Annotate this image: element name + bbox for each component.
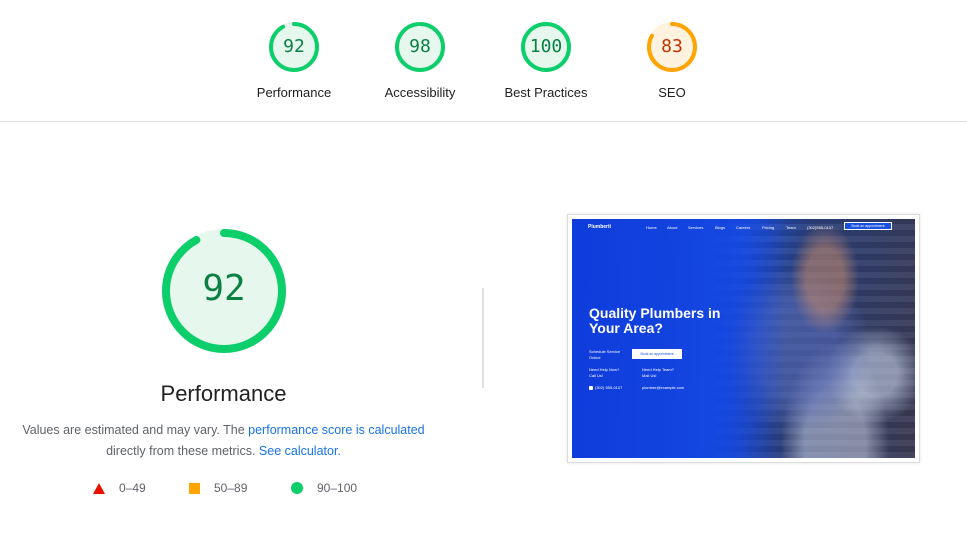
- phone-number: (302) 555-0107: [595, 385, 623, 390]
- help-info: Need Help Now? Call Us!: [589, 367, 619, 379]
- score-value: 98: [409, 36, 431, 57]
- nav-link: (302)555-0107: [807, 225, 834, 230]
- site-logo: Plumberit: [588, 224, 612, 230]
- gauge-best-practices[interactable]: 100 Best Practices: [486, 20, 606, 100]
- gauge-accessibility[interactable]: 98 Accessibility: [360, 20, 480, 100]
- performance-score-link[interactable]: performance score is calculated: [248, 423, 424, 437]
- nav-link: Home: [646, 225, 657, 230]
- square-average-icon: [189, 482, 200, 494]
- schedule-info: Schedule Service Online: [589, 349, 620, 361]
- gauge-label: Best Practices: [504, 85, 588, 100]
- score-ring: 92: [267, 20, 321, 74]
- description-text: Values are estimated and may vary. The: [22, 423, 249, 437]
- gauge-performance[interactable]: 92 Performance: [234, 20, 354, 100]
- score-ring: 83: [645, 20, 699, 74]
- nav-link: Careers: [736, 225, 751, 230]
- score-value: 83: [661, 36, 683, 57]
- gauge-seo[interactable]: 83 SEO: [612, 20, 732, 100]
- screenshot-image: Plumberit Home About Services Blogs Care…: [572, 219, 915, 458]
- score-value: 100: [529, 36, 563, 57]
- legend-range: 50–89: [214, 481, 248, 495]
- legend-range: 90–100: [317, 481, 358, 495]
- nav-link: Team: [786, 225, 796, 230]
- nav-cta: Book an appointment: [844, 222, 892, 230]
- score-ring: 98: [393, 20, 447, 74]
- team-info: Need Help Team? Mail Us!: [642, 367, 674, 379]
- final-screenshot[interactable]: Plumberit Home About Services Blogs Care…: [567, 214, 920, 463]
- contact-email: plumber@example.com: [642, 385, 685, 390]
- legend-item-fail: 0–49: [93, 481, 146, 495]
- legend-range: 0–49: [119, 481, 146, 495]
- triangle-fail-icon: [93, 482, 105, 494]
- nav-link: Blogs: [715, 225, 726, 230]
- hero-book-button: Book an appointment: [632, 349, 682, 359]
- score-scale-legend: 0–49 50–89 90–100: [0, 481, 447, 501]
- gauge-label: SEO: [658, 85, 686, 100]
- site-nav: Plumberit Home About Services Blogs Care…: [572, 219, 915, 233]
- schedule-value: Online: [589, 355, 601, 360]
- performance-title: Performance: [160, 381, 287, 406]
- nav-link: Pricing: [762, 225, 775, 230]
- category-summary: 92 Performance 98 Accessibility 100 Best…: [0, 0, 967, 122]
- performance-description: Values are estimated and may vary. The p…: [0, 420, 447, 462]
- nav-link: About: [667, 225, 678, 230]
- contact-phone: (302) 555-0107: [589, 385, 622, 391]
- phone-icon: [589, 385, 593, 390]
- vertical-divider: [482, 288, 484, 388]
- team-value: Mail Us!: [642, 373, 657, 378]
- legend-item-pass: 90–100: [291, 481, 357, 495]
- help-value: Call Us!: [589, 373, 604, 378]
- score-ring: 100: [519, 20, 573, 74]
- see-calculator-link[interactable]: See calculator.: [259, 444, 341, 458]
- performance-score-value: 92: [202, 268, 246, 309]
- score-value: 92: [283, 36, 305, 57]
- gauge-label: Performance: [256, 85, 332, 100]
- legend-item-average: 50–89: [189, 481, 247, 495]
- hero-title: Quality Plumbers in Your Area?: [589, 305, 721, 336]
- gauge-label: Accessibility: [384, 85, 456, 100]
- description-text: directly from these metrics.: [106, 444, 259, 458]
- nav-link: Services: [688, 225, 704, 230]
- hero-overlay: [572, 219, 915, 458]
- circle-pass-icon: [291, 482, 303, 494]
- performance-score-gauge: 92: [159, 226, 289, 356]
